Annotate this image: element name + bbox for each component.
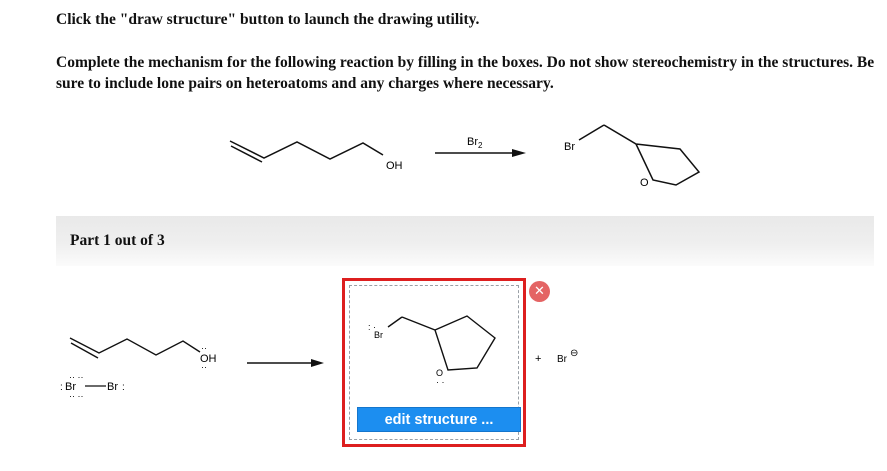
- intermediate-oxygen-lone-pairs: · ·: [436, 377, 445, 387]
- reaction-arrow: [435, 149, 526, 157]
- product-structure: [578, 124, 701, 186]
- edit-structure-button[interactable]: edit structure ...: [357, 407, 521, 432]
- part-header: Part 1 out of 3: [56, 216, 874, 266]
- alkenol-structure: [69, 337, 201, 359]
- bromine-molecule: Br Br : : ·· ·· ·· ··: [60, 372, 125, 401]
- bromine-right-atom: Br: [107, 381, 118, 393]
- mechanism-arrow: [247, 359, 324, 367]
- reaction-scheme: OH Br2 Br O: [229, 124, 701, 189]
- bromine-left-lone-pairs: :: [60, 382, 63, 393]
- bromide-charge-icon: ⊖: [570, 348, 578, 359]
- answer-drawing-area: Br : · O · · edit structure ...: [349, 285, 521, 440]
- bromine-top-lone-pairs: ·· ··: [69, 372, 84, 382]
- product-ring-oxygen-label: O: [640, 177, 649, 189]
- reactant-hydroxyl-label: OH: [386, 160, 403, 172]
- plus-sign: +: [535, 353, 541, 365]
- bromine-bottom-lone-pairs: ·· ··: [69, 391, 84, 401]
- hydroxyl-lone-pair-bottom: ··: [201, 362, 207, 372]
- answer-box[interactable]: Br : · O · · edit structure ...: [342, 278, 526, 447]
- reagent-label: Br2: [467, 136, 483, 150]
- reactant-alkenol-structure: [229, 140, 384, 163]
- hydroxyl-lone-pair-top: ··: [201, 343, 207, 353]
- intermediate-bromo-lone-pairs: : ·: [368, 322, 376, 332]
- bromide-ion-label: Br: [557, 354, 568, 365]
- bromine-right-lone-pairs: :: [122, 382, 125, 393]
- close-icon[interactable]: ✕: [529, 281, 550, 302]
- intermediate-structure: Br : · O · ·: [368, 315, 496, 387]
- part-label: Part 1 out of 3: [70, 232, 165, 249]
- product-bromo-label: Br: [564, 141, 575, 153]
